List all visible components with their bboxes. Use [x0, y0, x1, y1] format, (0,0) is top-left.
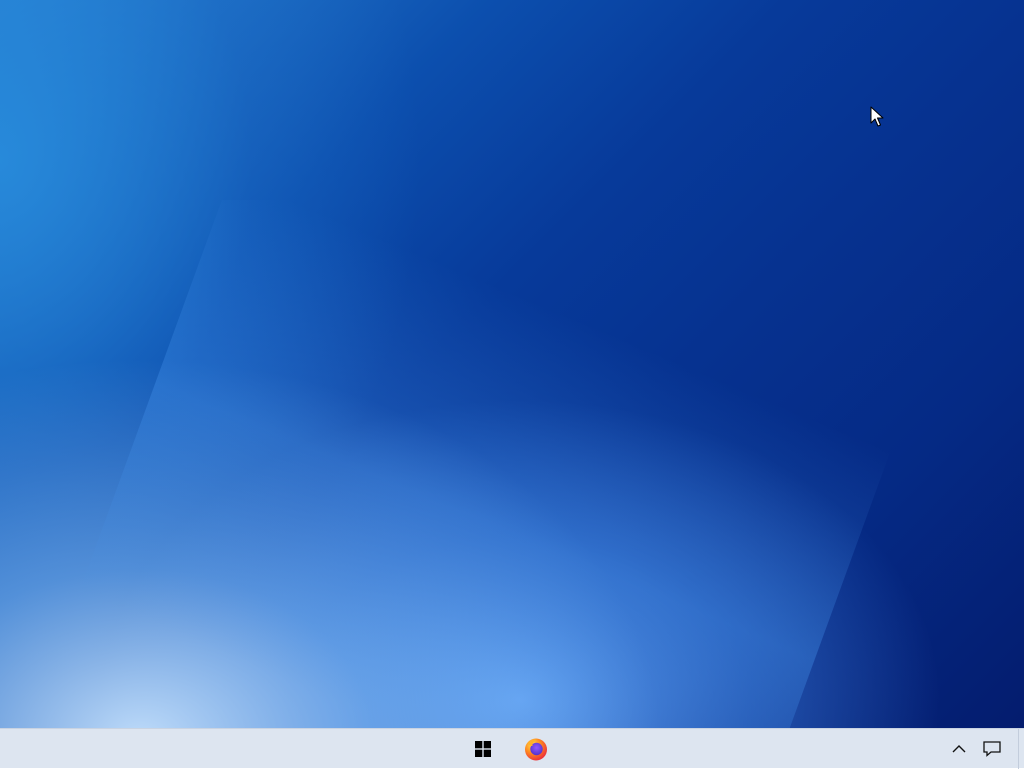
show-hidden-icons-button[interactable]	[944, 729, 974, 769]
desktop[interactable]	[0, 0, 1024, 728]
show-desktop-button[interactable]	[1018, 729, 1024, 769]
action-center-button[interactable]	[976, 729, 1008, 769]
firefox-taskbar-button[interactable]	[514, 729, 558, 769]
chevron-up-icon	[952, 745, 966, 753]
start-button[interactable]	[462, 729, 504, 769]
windows-logo-icon	[475, 741, 491, 757]
firefox-icon	[525, 738, 547, 761]
taskbar	[0, 728, 1024, 769]
notification-icon	[983, 741, 1001, 757]
wallpaper-light-streak	[18, 200, 982, 728]
mouse-cursor-icon	[870, 106, 884, 127]
